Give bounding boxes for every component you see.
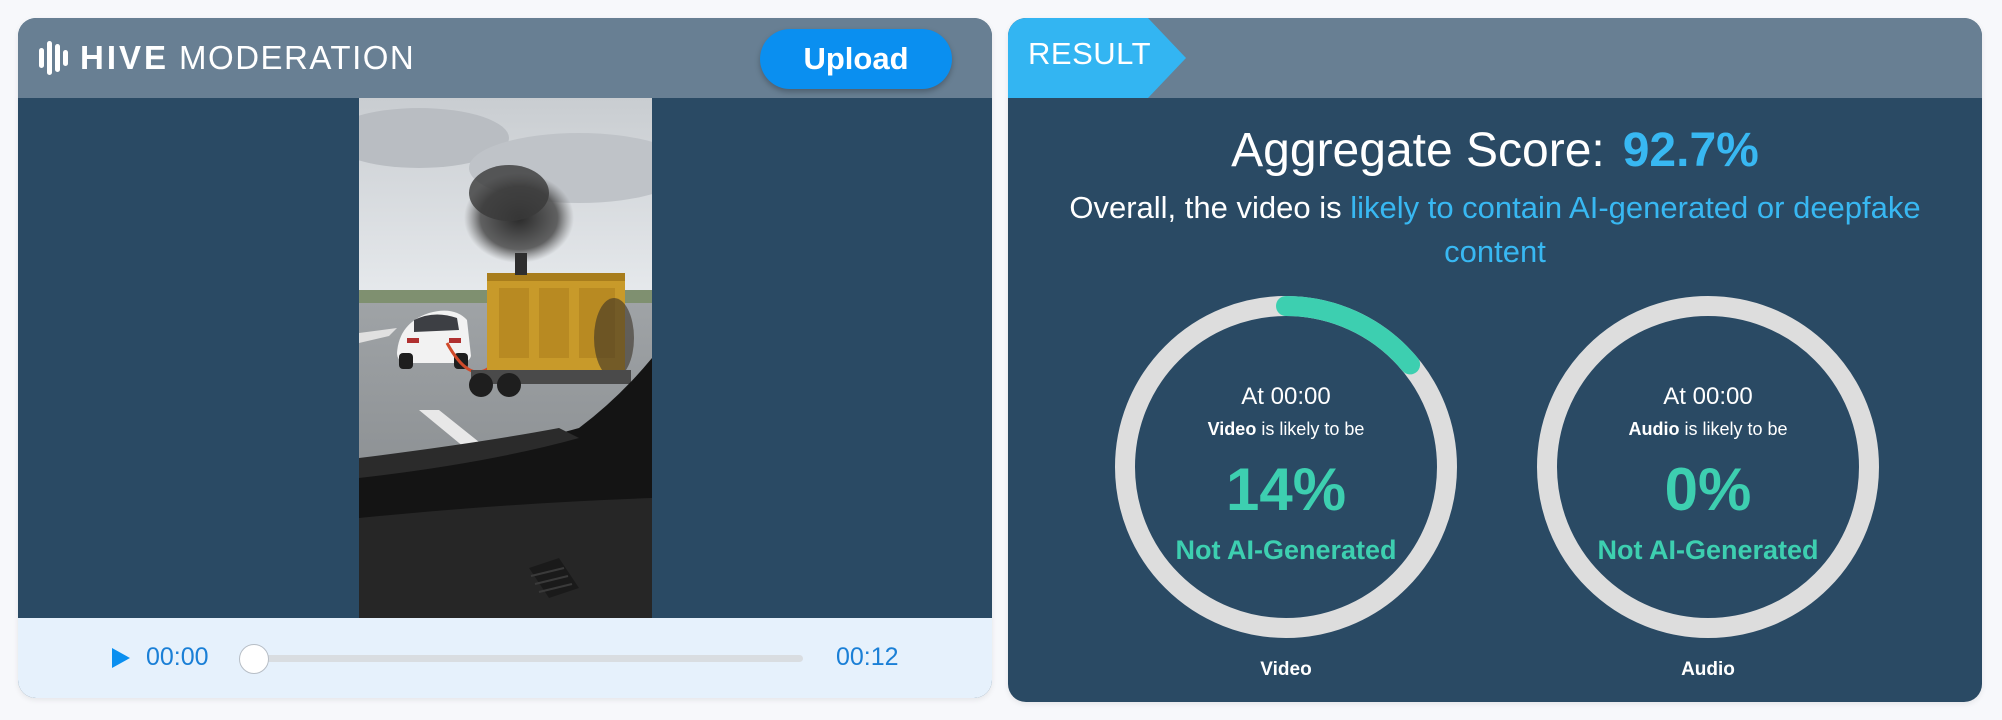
video-likely-text: Video is likely to be <box>1114 419 1458 440</box>
total-time: 00:12 <box>836 643 899 671</box>
video-verdict: Not AI-Generated <box>1175 535 1397 565</box>
audio-likely-text: Audio is likely to be <box>1536 419 1880 440</box>
header-bar: HIVE MODERATION Upload <box>18 18 992 98</box>
play-icon[interactable] <box>110 646 132 670</box>
seek-thumb[interactable] <box>239 644 269 674</box>
aggregate-value: 92.7% <box>1622 124 1759 177</box>
audio-caption: Audio <box>1681 659 1735 680</box>
seek-track[interactable] <box>253 655 803 662</box>
upload-panel: HIVE MODERATION Upload 00:00 00:12 <box>18 18 992 698</box>
video-gauge: At 00:00 Video is likely to be 14% Not A… <box>1114 295 1458 639</box>
brand-name-light: MODERATION <box>179 39 416 76</box>
video-player[interactable] <box>18 98 992 618</box>
upload-button[interactable]: Upload <box>760 29 952 89</box>
audio-type-label: Audio <box>1628 419 1680 439</box>
audio-gauge: At 00:00 Audio is likely to be 0% Not AI… <box>1536 295 1880 639</box>
audio-percent: 0% <box>1664 456 1752 523</box>
result-tag-label: RESULT <box>1028 36 1152 71</box>
summary-prefix: Overall, the video is <box>1069 190 1351 225</box>
result-panel: RESULT Aggregate Score: 92.7% Overall, th… <box>1008 18 1982 702</box>
player-controls: 00:00 00:12 <box>18 618 992 698</box>
aggregate-label: Aggregate Score: <box>1231 124 1605 177</box>
brand-logo: HIVE MODERATION <box>38 38 415 78</box>
current-time: 00:00 <box>146 643 209 671</box>
result-summary: Overall, the video is likely to contain … <box>1038 186 1952 274</box>
aggregate-score: Aggregate Score: 92.7% <box>1008 123 1982 178</box>
audio-likely-suffix: is likely to be <box>1679 419 1788 439</box>
video-thumbnail[interactable] <box>359 98 652 618</box>
audio-time-label: At 00:00 <box>1663 383 1753 410</box>
hive-logo-icon <box>39 41 68 75</box>
brand-name-bold: HIVE <box>80 39 170 76</box>
video-time-label: At 00:00 <box>1241 383 1331 410</box>
summary-highlight: likely to contain AI-generated or deepfa… <box>1350 190 1921 269</box>
video-caption: Video <box>1260 659 1312 680</box>
video-percent: 14% <box>1225 456 1347 523</box>
video-likely-suffix: is likely to be <box>1256 419 1365 439</box>
video-type-label: Video <box>1207 419 1257 439</box>
audio-verdict: Not AI-Generated <box>1597 535 1819 565</box>
